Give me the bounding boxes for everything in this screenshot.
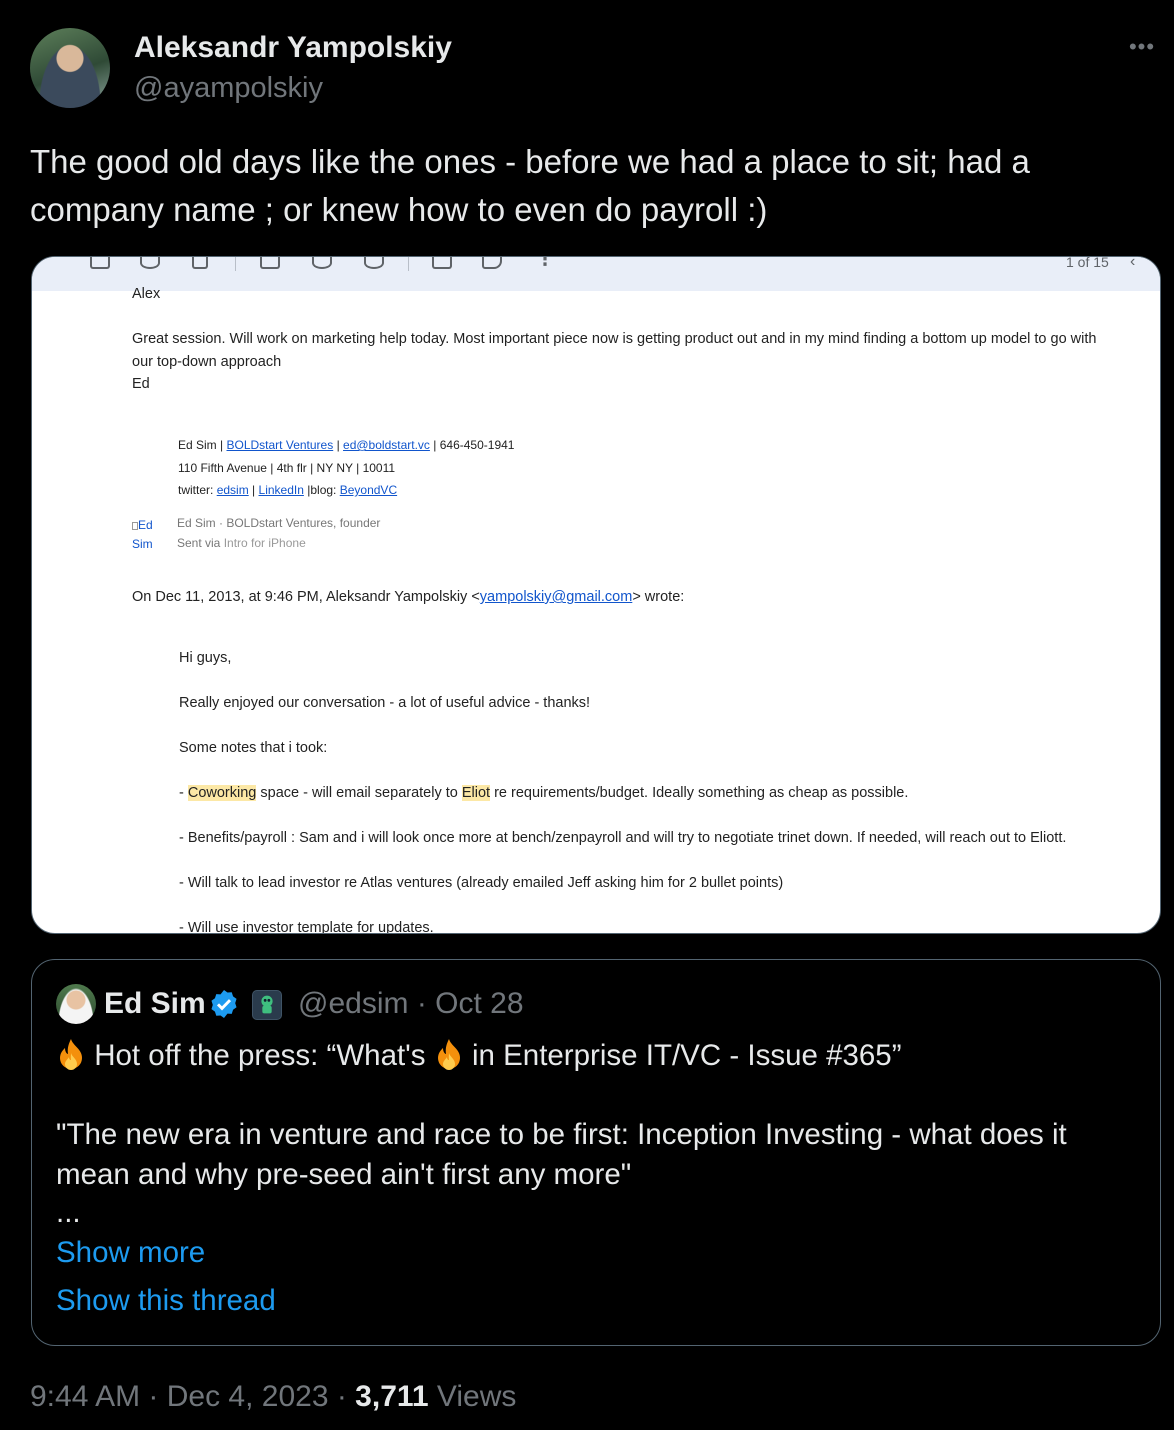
quoted-handle-date: @edsim · Oct 28 — [298, 987, 524, 1020]
fire-emoji-icon — [60, 1039, 82, 1070]
sent-via-label: Sent via — [177, 536, 221, 550]
report-spam-icon — [140, 257, 160, 269]
quoted-author-name: Ed Sim — [104, 987, 206, 1020]
sig-twitter-link: edsim — [216, 483, 249, 497]
more-vertical-icon: ⋮ — [536, 256, 554, 269]
sig-name: Ed Sim — [178, 438, 217, 452]
bullet-dash: - — [179, 785, 188, 801]
toolbar-divider — [408, 257, 409, 271]
headline-part: in Enterprise IT/VC - Issue #365” — [471, 1039, 902, 1072]
quoted-line: Really enjoyed our conversation - a lot … — [179, 695, 591, 711]
signature-line-3: twitter: edsim | LinkedIn |blog: BeyondV… — [178, 483, 397, 497]
email-signoff: Ed — [132, 376, 150, 392]
move-to-icon — [432, 257, 452, 269]
highlighted-term: Eliot — [461, 785, 491, 801]
sig-separator: | — [433, 438, 437, 452]
show-more-link[interactable]: Show more — [56, 1236, 205, 1270]
tweet-timestamp[interactable]: 9:44 AM · Dec 4, 2023 · — [30, 1380, 355, 1413]
delete-icon — [192, 257, 208, 269]
more-horizontal-icon[interactable]: ••• — [1124, 35, 1160, 59]
affiliate-badge-icon — [252, 990, 282, 1020]
quoted-line: Hi guys, — [179, 650, 232, 666]
signature-line-1: Ed Sim | BOLDstart Ventures | ed@boldsta… — [178, 438, 514, 452]
views-label: Views — [428, 1380, 517, 1413]
quoted-header-prefix: On Dec 11, 2013, at 9:46 PM, Aleksandr Y… — [132, 589, 480, 605]
sig-blog-label: blog: — [310, 483, 337, 497]
sig-address: 110 Fifth Avenue | 4th flr | NY NY | 100… — [178, 461, 396, 475]
email-greeting: Alex — [132, 286, 161, 302]
tweet-metadata: 9:44 AM · Dec 4, 2023 · 3,711 Views — [30, 1380, 516, 1414]
email-body-line: our top-down approach — [132, 354, 282, 370]
broken-image-icon: Ed Sim — [132, 516, 172, 552]
author-handle[interactable]: @ayampolskiy — [134, 72, 323, 105]
quoted-line-coworking: - Coworking space - will email separatel… — [179, 785, 908, 801]
highlighted-term: Coworking — [187, 785, 257, 801]
sig-separator: | — [252, 483, 256, 497]
intro-sent-via: Sent via Intro for iPhone — [177, 536, 306, 550]
image-alt-text: Ed — [138, 518, 153, 532]
toolbar-divider — [235, 257, 236, 271]
sig-company-link: BOLDstart Ventures — [226, 438, 334, 452]
quoted-tweet-body: "The new era in venture and race to be f… — [56, 1118, 1067, 1191]
gmail-pager: 1 of 15 — [1066, 256, 1109, 270]
sig-phone: 646-450-1941 — [439, 438, 515, 452]
truncation-ellipsis: ... — [56, 1196, 81, 1229]
tweet-text: The good old days like the ones - before… — [30, 143, 1030, 228]
quoted-line: - Will talk to lead investor re Atlas ve… — [179, 875, 784, 891]
quoted-line: Some notes that i took: — [179, 740, 328, 756]
quoted-text: re requirements/budget. Ideally somethin… — [490, 785, 909, 801]
sig-email-link: ed@boldstart.vc — [343, 438, 430, 452]
quoted-line: - Benefits/payroll : Sam and i will look… — [179, 830, 1067, 846]
chevron-left-icon: ‹ — [1130, 256, 1136, 270]
author-display-name[interactable]: Aleksandr Yampolskiy — [134, 31, 452, 65]
sig-twitter-label: twitter: — [178, 483, 214, 497]
sig-linkedin-link: LinkedIn — [258, 483, 304, 497]
gmail-toolbar: ⋮ 1 of 15 ‹ — [32, 257, 1160, 291]
fire-emoji-icon — [437, 1039, 460, 1070]
intro-line: Ed Sim · BOLDstart Ventures, founder — [177, 516, 381, 530]
sig-blog-link: BeyondVC — [339, 483, 398, 497]
sig-separator: | — [336, 438, 340, 452]
verified-badge-icon — [211, 990, 237, 1018]
quoted-tweet-card[interactable]: Ed Sim @edsim · Oct 28 Hot off the press… — [31, 959, 1161, 1346]
mark-unread-icon — [260, 257, 280, 269]
views-count: 3,711 — [355, 1380, 429, 1413]
show-thread-link[interactable]: Show this thread — [56, 1284, 276, 1318]
image-alt-text: Sim — [132, 537, 153, 551]
label-icon — [482, 257, 502, 269]
quoted-email-link: yampolskiy@gmail.com — [479, 589, 633, 605]
email-body-line: Great session. Will work on marketing he… — [132, 331, 1097, 347]
snooze-icon — [312, 257, 332, 269]
quoted-author-avatar — [56, 984, 96, 1024]
sig-separator: | — [220, 438, 224, 452]
quoted-header-suffix: > wrote: — [632, 589, 685, 605]
tweet-media-image[interactable]: ⋮ 1 of 15 ‹ Alex Great session. Will wor… — [31, 256, 1161, 934]
quoted-headline: Hot off the press: “What's in Enterprise… — [56, 1036, 1136, 1076]
quoted-line: - Will use investor template for updates… — [179, 920, 434, 934]
intro-app-name: Intro for iPhone — [223, 536, 306, 550]
headline-part: Hot off the press: “What's — [94, 1039, 426, 1072]
archive-icon — [90, 257, 110, 269]
quoted-header: On Dec 11, 2013, at 9:46 PM, Aleksandr Y… — [132, 589, 684, 605]
add-task-icon — [364, 257, 384, 269]
quoted-text: space - will email separately to — [256, 785, 462, 801]
author-avatar[interactable] — [30, 28, 110, 108]
